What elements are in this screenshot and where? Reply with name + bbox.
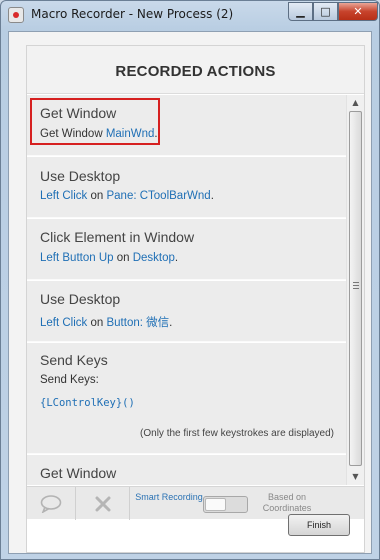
window-title: Macro Recorder - New Process (2) [31,7,234,21]
scroll-down-arrow-icon[interactable]: ▼ [347,469,364,485]
list-item[interactable]: Use Desktop Left Click on Button: 微信. [27,281,346,342]
action-link[interactable]: Left Button Up [40,252,114,264]
delete-button[interactable] [76,487,130,520]
macro-recorder-window: Macro Recorder - New Process (2) ▁ □ ✕ R… [0,0,380,560]
action-title: Send Keys [40,352,108,368]
action-title: Use Desktop [40,291,121,307]
panel-title: RECORDED ACTIONS [27,46,364,94]
action-description: Left Click on Button: 微信. [40,314,172,330]
action-description: Left Click on Pane: CToolBarWnd. [40,190,214,202]
list-item[interactable]: Get Window Get Window MainWnd. [27,95,346,156]
action-link[interactable]: Left Click [40,190,87,202]
close-button[interactable]: ✕ [338,2,378,21]
desc-text: on [87,317,107,329]
action-title: Use Desktop [40,168,121,184]
keys-value: {LControlKey}() [40,397,135,409]
cross-icon [95,496,110,511]
record-icon [8,7,24,23]
minimize-button[interactable]: ▁ [288,2,313,21]
smart-recording-toggle[interactable] [203,496,248,513]
smart-recording-label: Smart Recording [135,492,203,502]
desc-text: . [174,252,179,264]
action-description: Send Keys: [40,374,99,386]
target-link[interactable]: Desktop [133,252,175,264]
title-bar[interactable]: Macro Recorder - New Process (2) ▁ □ ✕ [1,1,379,29]
vertical-scrollbar[interactable]: ▲ ▼ [346,95,364,485]
grip-icon [353,282,359,289]
list-item[interactable]: Send Keys Send Keys: {LControlKey}() (On… [27,343,346,454]
comment-button[interactable] [27,487,76,520]
desc-text: on [113,252,133,264]
red-highlight-box [30,98,160,145]
scroll-up-arrow-icon[interactable]: ▲ [347,95,364,111]
scrollbar-thumb[interactable] [349,111,362,466]
desc-text: on [87,190,107,202]
target-link[interactable]: Button: 微信 [106,317,169,329]
actions-list: Get Window Get Window MainWnd. Use Deskt… [27,95,346,485]
finish-button[interactable]: Finish [288,514,350,536]
recorded-actions-panel: RECORDED ACTIONS Get Window Get Window M… [26,45,365,553]
target-link[interactable]: Pane: CToolBarWnd [106,190,210,202]
action-link[interactable]: Left Click [40,317,87,329]
list-item[interactable]: Use Desktop Left Click on Pane: CToolBar… [27,157,346,218]
desc-text: . [210,190,214,202]
toggle-knob [205,498,226,511]
speech-bubble-icon [40,494,62,513]
coordinates-label: Based on Coordinates [262,492,312,513]
client-area: RECORDED ACTIONS Get Window Get Window M… [8,31,372,554]
action-title: Click Element in Window [40,229,195,245]
action-description: Left Button Up on Desktop. [40,252,178,264]
list-item[interactable]: Get Window [27,455,346,485]
desc-text: . [169,317,173,329]
action-title: Get Window [40,465,117,481]
keystroke-note: (Only the first few keystrokes are displ… [140,428,334,439]
list-item[interactable]: Click Element in Window Left Button Up o… [27,219,346,280]
maximize-button[interactable]: □ [313,2,338,21]
